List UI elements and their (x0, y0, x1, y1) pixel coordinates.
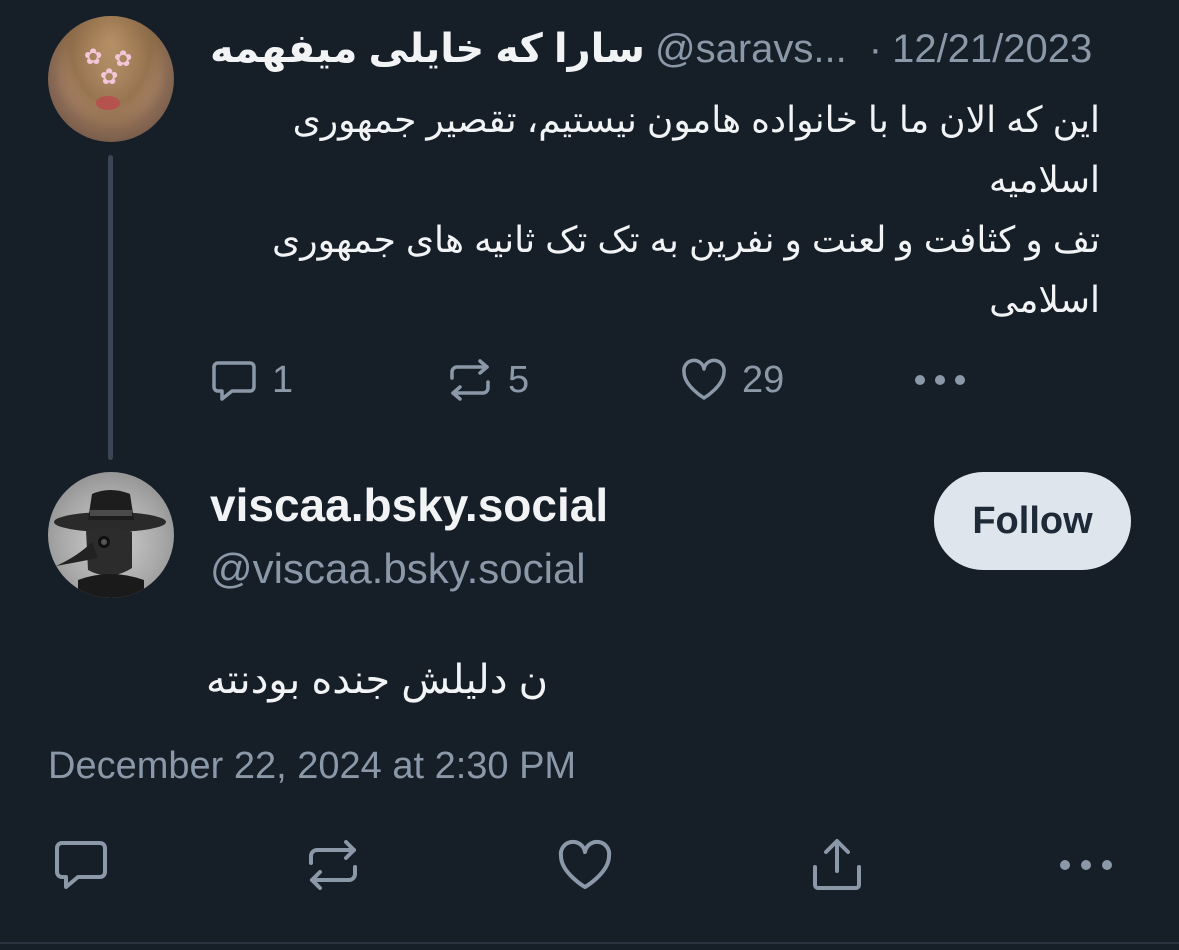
reply-count: 1 (272, 358, 294, 401)
follow-button[interactable]: Follow (934, 472, 1131, 570)
reply-icon (212, 361, 256, 401)
parent-repost-button[interactable]: 5 (446, 352, 529, 408)
flower-decoration-icon: ✿ (100, 64, 119, 89)
reply-avatar[interactable] (48, 472, 174, 598)
heart-icon (682, 358, 726, 400)
parent-like-button[interactable]: 29 (680, 352, 784, 408)
parent-author-name[interactable]: سارا که خایلی میفهمه (210, 26, 645, 72)
like-count: 29 (742, 358, 785, 401)
repost-icon (309, 840, 357, 890)
parent-post-text: این که الان ما با خانواده هامون نیستیم، … (210, 90, 1100, 330)
share-icon (813, 839, 861, 890)
parent-post-date[interactable]: 12/21/2023 (892, 27, 1092, 72)
parent-action-bar: 1 5 29 (210, 352, 1010, 408)
reply-reply-button[interactable] (50, 830, 112, 900)
plague-doctor-avatar-icon (54, 490, 166, 598)
reply-author-handle[interactable]: @viscaa.bsky.social (210, 545, 586, 593)
parent-reply-button[interactable]: 1 (210, 352, 293, 408)
parent-more-button[interactable] (913, 352, 967, 408)
reply-post-text: ن دلیلش جنده بودنته (48, 648, 548, 712)
divider (0, 942, 1179, 944)
parent-avatar[interactable]: ✿ ✿ ✿ (48, 16, 174, 142)
reply-repost-button[interactable] (302, 830, 364, 900)
more-icon (1060, 860, 1112, 870)
more-icon (915, 375, 965, 385)
header-separator: · (868, 26, 883, 71)
parent-author-handle[interactable]: @saravs... (655, 27, 847, 72)
avatar-lips-decoration (96, 96, 120, 110)
reply-author-name[interactable]: viscaa.bsky.social (210, 478, 608, 532)
reply-icon (55, 841, 107, 889)
repost-icon (450, 359, 490, 401)
share-button[interactable] (806, 830, 868, 900)
parent-text-line: این که الان ما با خانواده هامون نیستیم، … (292, 99, 1100, 200)
parent-post-header: سارا که خایلی میفهمه @saravs... · 12/21/… (210, 24, 1140, 74)
repost-count: 5 (508, 358, 530, 401)
reply-timestamp: December 22, 2024 at 2:30 PM (48, 745, 577, 787)
heart-icon (558, 839, 612, 889)
reply-text-content: ن دلیلش جنده بودنته (205, 658, 548, 702)
reply-more-button[interactable] (1056, 830, 1116, 900)
reply-like-button[interactable] (554, 830, 616, 900)
thread-line (108, 155, 113, 460)
parent-text-line: تف و کثافت و لعنت و نفرین به تک تک ثانیه… (272, 219, 1100, 320)
thread-view: ✿ ✿ ✿ سارا که خایلی میفهمه @saravs... · … (0, 0, 1179, 950)
reply-action-bar (0, 830, 1179, 900)
